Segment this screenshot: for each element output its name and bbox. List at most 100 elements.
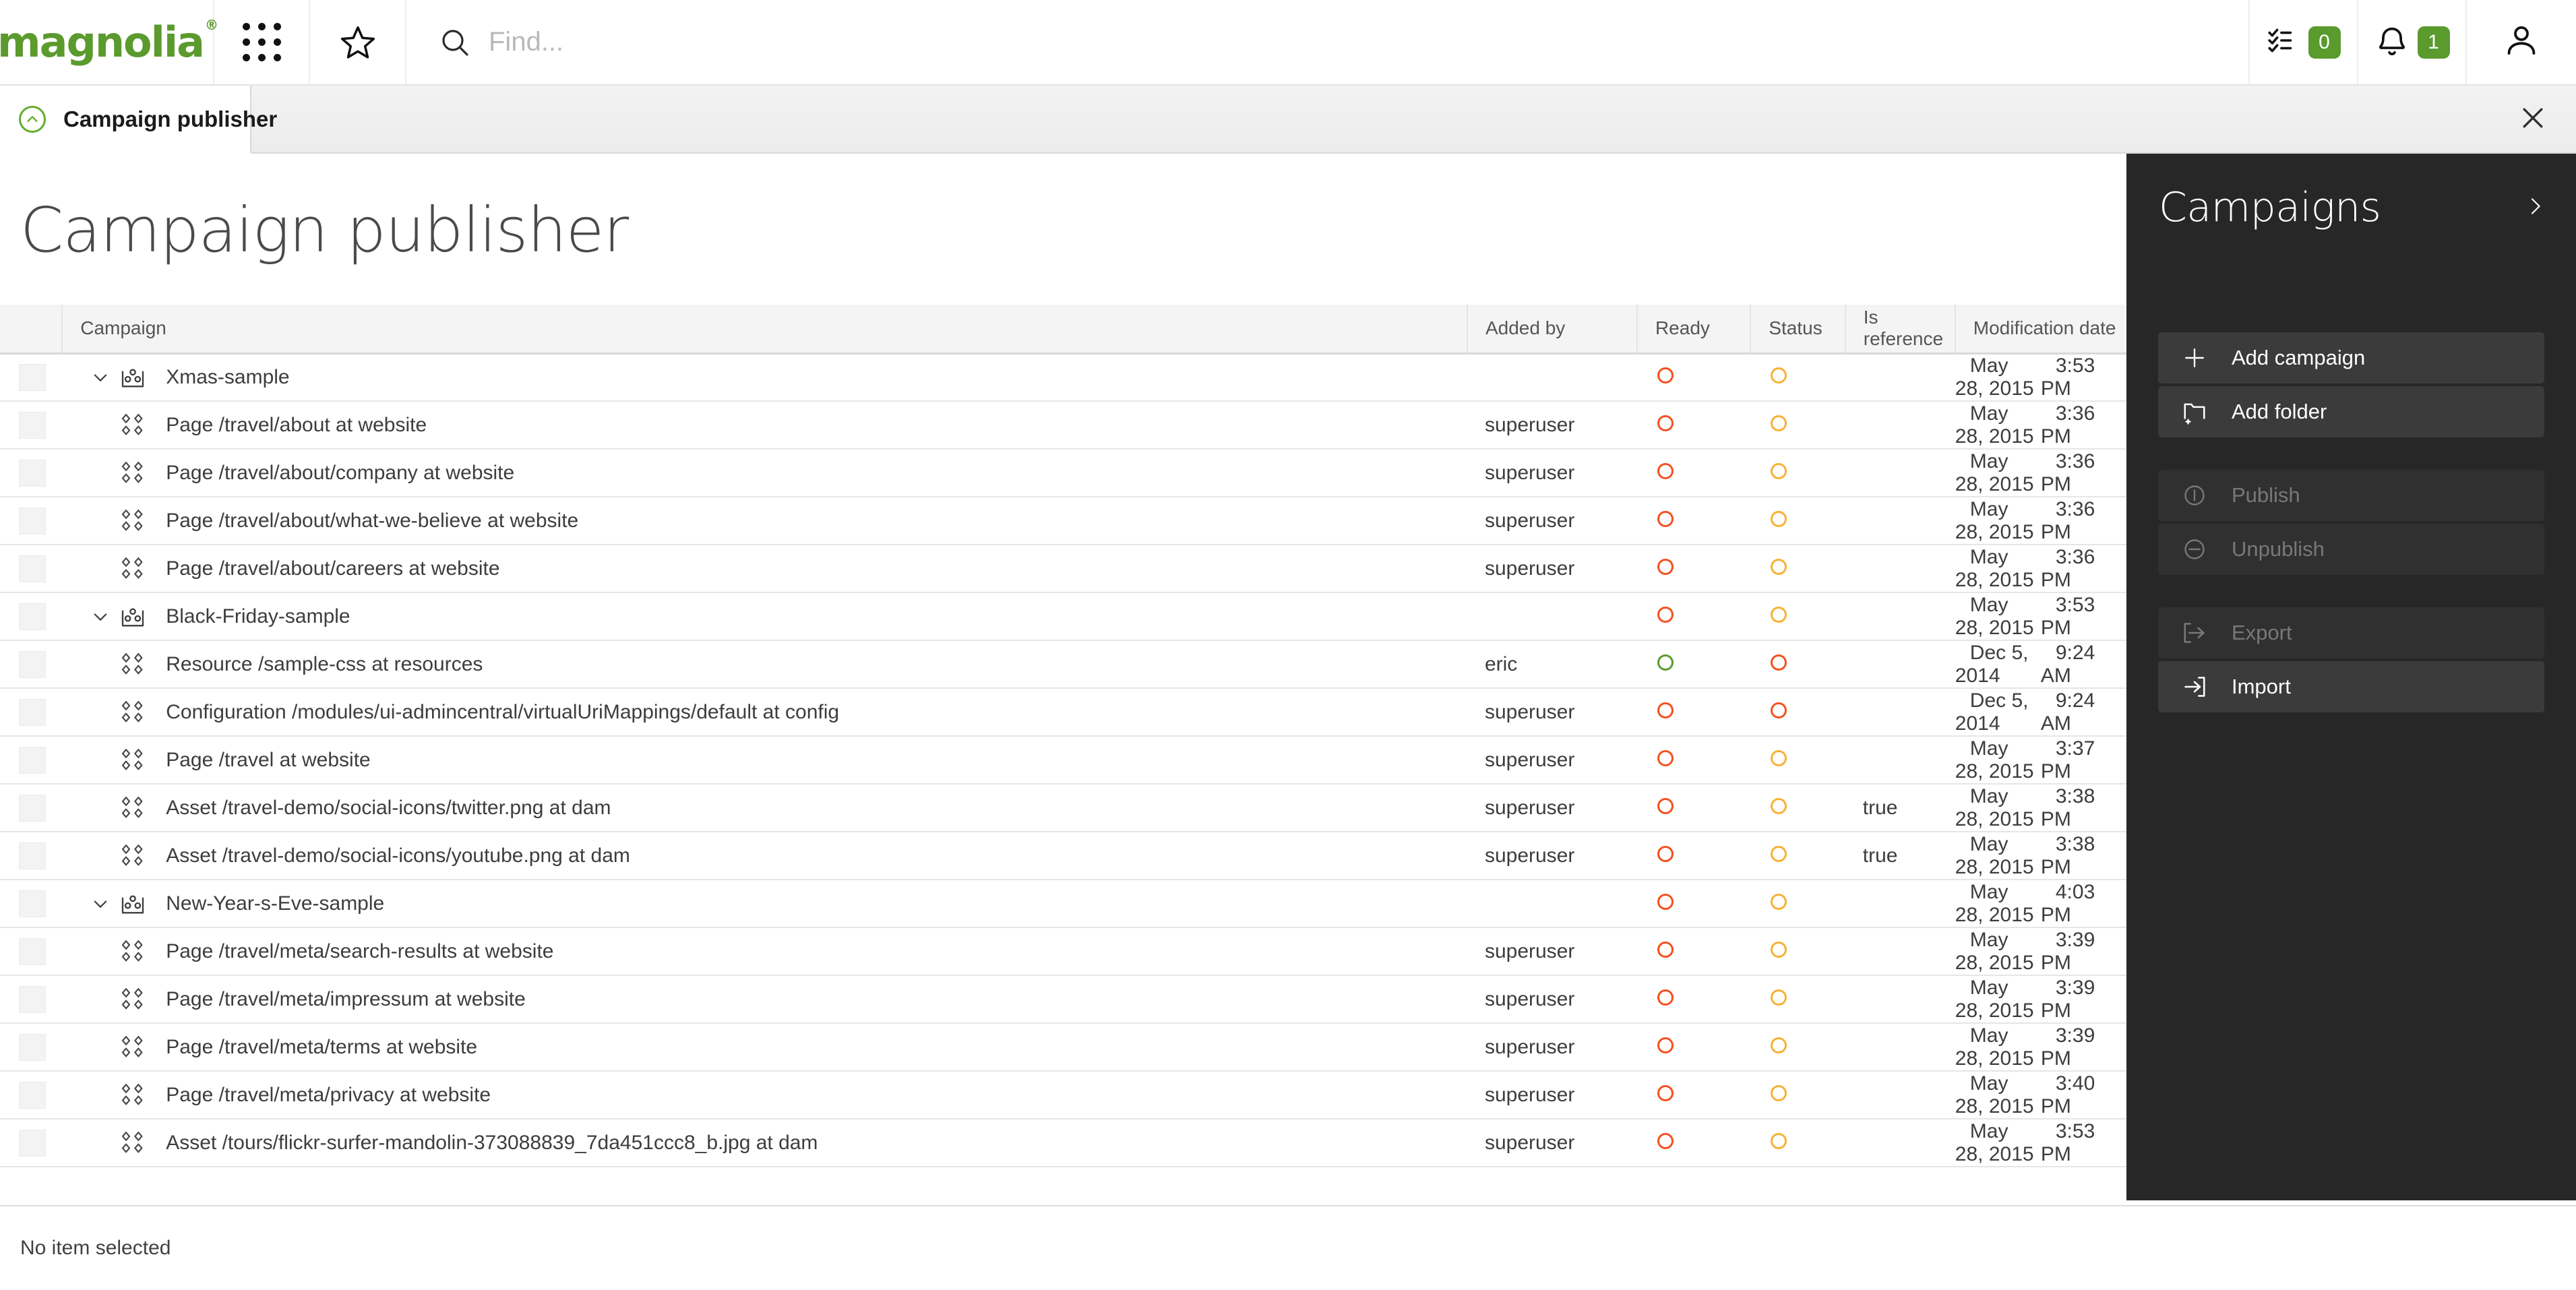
status-cell [1750, 640, 1845, 689]
table-row[interactable]: Asset /travel-demo/social-icons/twitter.… [0, 784, 2126, 832]
table-row[interactable]: Xmas-sample May 28, 2015 3:53 PM [0, 353, 2126, 402]
table-row[interactable]: Black-Friday-sample May 28, 2015 3:53 PM [0, 592, 2126, 641]
ready-status-icon [1657, 845, 1674, 862]
collapse-panel-button[interactable] [2524, 195, 2546, 220]
ready-status-icon [1657, 941, 1674, 958]
search-bar[interactable]: Find... [406, 0, 2250, 84]
modification-date-value: May 28, 2015 [1955, 593, 2034, 639]
table-row[interactable]: Page /travel/meta/terms at website superu… [0, 1023, 2126, 1072]
action-import-button[interactable]: Import [2158, 661, 2544, 712]
ready-cell [1636, 880, 1751, 928]
row-checkbox[interactable] [19, 1129, 46, 1157]
selection-status: No item selected [20, 1237, 171, 1259]
status-cell [1750, 736, 1845, 785]
modification-time-value: 3:36 PM [2040, 545, 2095, 591]
expand-toggle-icon[interactable] [89, 894, 112, 913]
action-add-folder-button[interactable]: Add folder [2158, 386, 2544, 437]
row-checkbox[interactable] [19, 507, 46, 534]
ready-cell [1636, 640, 1751, 689]
table-row[interactable]: Page /travel/about at website superuser Ma… [0, 401, 2126, 450]
expand-toggle-icon[interactable] [89, 607, 112, 626]
publication-status-icon [1771, 749, 1787, 766]
table-row[interactable]: New-Year-s-Eve-sample May 28, 2015 4:03 PM [0, 880, 2126, 928]
favorites-button[interactable] [310, 0, 406, 84]
row-checkbox[interactable] [19, 985, 46, 1013]
close-tab-button[interactable] [2518, 86, 2548, 154]
table-row[interactable]: Page /travel at website superuser May 28, … [0, 736, 2126, 785]
column-header-status[interactable]: Status [1750, 305, 1846, 355]
table-row[interactable]: Resource /sample-css at resources eric Dec… [0, 640, 2126, 689]
table-row[interactable]: Asset /tours/flickr-surfer-mandolin-3730… [0, 1119, 2126, 1167]
status-cell [1750, 1023, 1845, 1072]
row-checkbox[interactable] [19, 459, 46, 487]
action-unpublish-button: Unpublish [2158, 524, 2544, 575]
row-checkbox[interactable] [19, 1081, 46, 1109]
user-menu-button[interactable] [2467, 0, 2576, 84]
modification-date-cell: May 28, 2015 [1955, 353, 2041, 402]
expand-toggle-icon[interactable] [89, 368, 112, 387]
action-group: Publish Unpublish [2158, 470, 2544, 575]
column-header-is-reference[interactable]: Is reference [1845, 305, 1956, 355]
row-checkbox[interactable] [19, 698, 46, 726]
row-checkbox[interactable] [19, 746, 46, 774]
row-checkbox[interactable] [19, 411, 46, 439]
row-checkbox[interactable] [19, 794, 46, 822]
status-cell [1750, 975, 1845, 1024]
table-row[interactable]: Page /travel/meta/privacy at website supe… [0, 1071, 2126, 1119]
column-header-campaign[interactable]: Campaign [62, 305, 1468, 355]
table-row[interactable]: Configuration /modules/ui-admincentral/v… [0, 688, 2126, 737]
row-label: Page /travel/meta/search-results at webs… [166, 940, 554, 962]
row-checkbox[interactable] [19, 363, 46, 391]
row-label: Page /travel/meta/terms at website [166, 1035, 478, 1058]
column-header-select[interactable] [0, 305, 63, 355]
modification-time-cell: 3:36 PM [2040, 497, 2126, 545]
star-icon [339, 24, 377, 61]
added-by-cell: superuser [1467, 736, 1637, 785]
modification-time-cell: 9:24 AM [2040, 688, 2126, 737]
row-checkbox[interactable] [19, 890, 46, 917]
row-checkbox[interactable] [19, 650, 46, 678]
row-label: New-Year-s-Eve-sample [166, 892, 385, 915]
table-row[interactable]: Page /travel/meta/impressum at website su… [0, 975, 2126, 1024]
added-by-cell: superuser [1467, 1071, 1637, 1119]
column-header-ready[interactable]: Ready [1636, 305, 1752, 355]
tab-bar: Campaign publisher [0, 86, 2576, 154]
content-item-icon [117, 1129, 148, 1157]
action-panel-title: Campaigns [2159, 184, 2381, 231]
table-row[interactable]: Asset /travel-demo/social-icons/youtube.… [0, 832, 2126, 880]
content-item-icon [117, 698, 148, 727]
status-bar: No item selected [0, 1205, 2576, 1290]
table-row[interactable]: Page /travel/about/company at website sup… [0, 449, 2126, 497]
modification-time-value: 3:39 PM [2040, 928, 2095, 974]
row-checkbox-cell [0, 592, 63, 641]
row-checkbox-cell [0, 353, 63, 402]
modification-date-cell: May 28, 2015 [1955, 832, 2041, 880]
apps-launcher-button[interactable] [214, 0, 310, 84]
column-header-modification-date[interactable]: Modification date [1955, 305, 2126, 355]
magnolia-logo[interactable]: magnolia ® [0, 0, 218, 84]
modification-time-cell: 3:40 PM [2040, 1071, 2126, 1119]
bell-icon [2374, 23, 2410, 61]
table-row[interactable]: Page /travel/about/careers at website sup… [0, 545, 2126, 593]
action-add-campaign-button[interactable]: Add campaign [2158, 332, 2544, 383]
row-checkbox[interactable] [19, 555, 46, 582]
ready-status-icon [1657, 558, 1674, 575]
modification-time-cell: 3:53 PM [2040, 353, 2126, 402]
row-checkbox[interactable] [19, 842, 46, 869]
notifications-button[interactable]: 1 [2358, 0, 2467, 84]
row-checkbox[interactable] [19, 938, 46, 965]
tab-campaign-publisher[interactable]: Campaign publisher [0, 86, 277, 154]
modification-date-cell: May 28, 2015 [1955, 1119, 2041, 1167]
modification-time-value: 3:36 PM [2040, 497, 2095, 543]
status-cell [1750, 688, 1845, 737]
added-by-cell: superuser [1467, 449, 1637, 497]
row-checkbox[interactable] [19, 603, 46, 630]
action-export-button: Export [2158, 607, 2544, 658]
table-row[interactable]: Page /travel/about/what-we-believe at we… [0, 497, 2126, 545]
table-row[interactable]: Page /travel/meta/search-results at webs… [0, 927, 2126, 976]
tasks-button[interactable]: 0 [2250, 0, 2358, 84]
search-input[interactable]: Find... [489, 27, 563, 57]
column-header-added-by[interactable]: Added by [1467, 305, 1638, 355]
row-checkbox[interactable] [19, 1033, 46, 1061]
action-label: Unpublish [2232, 537, 2325, 561]
